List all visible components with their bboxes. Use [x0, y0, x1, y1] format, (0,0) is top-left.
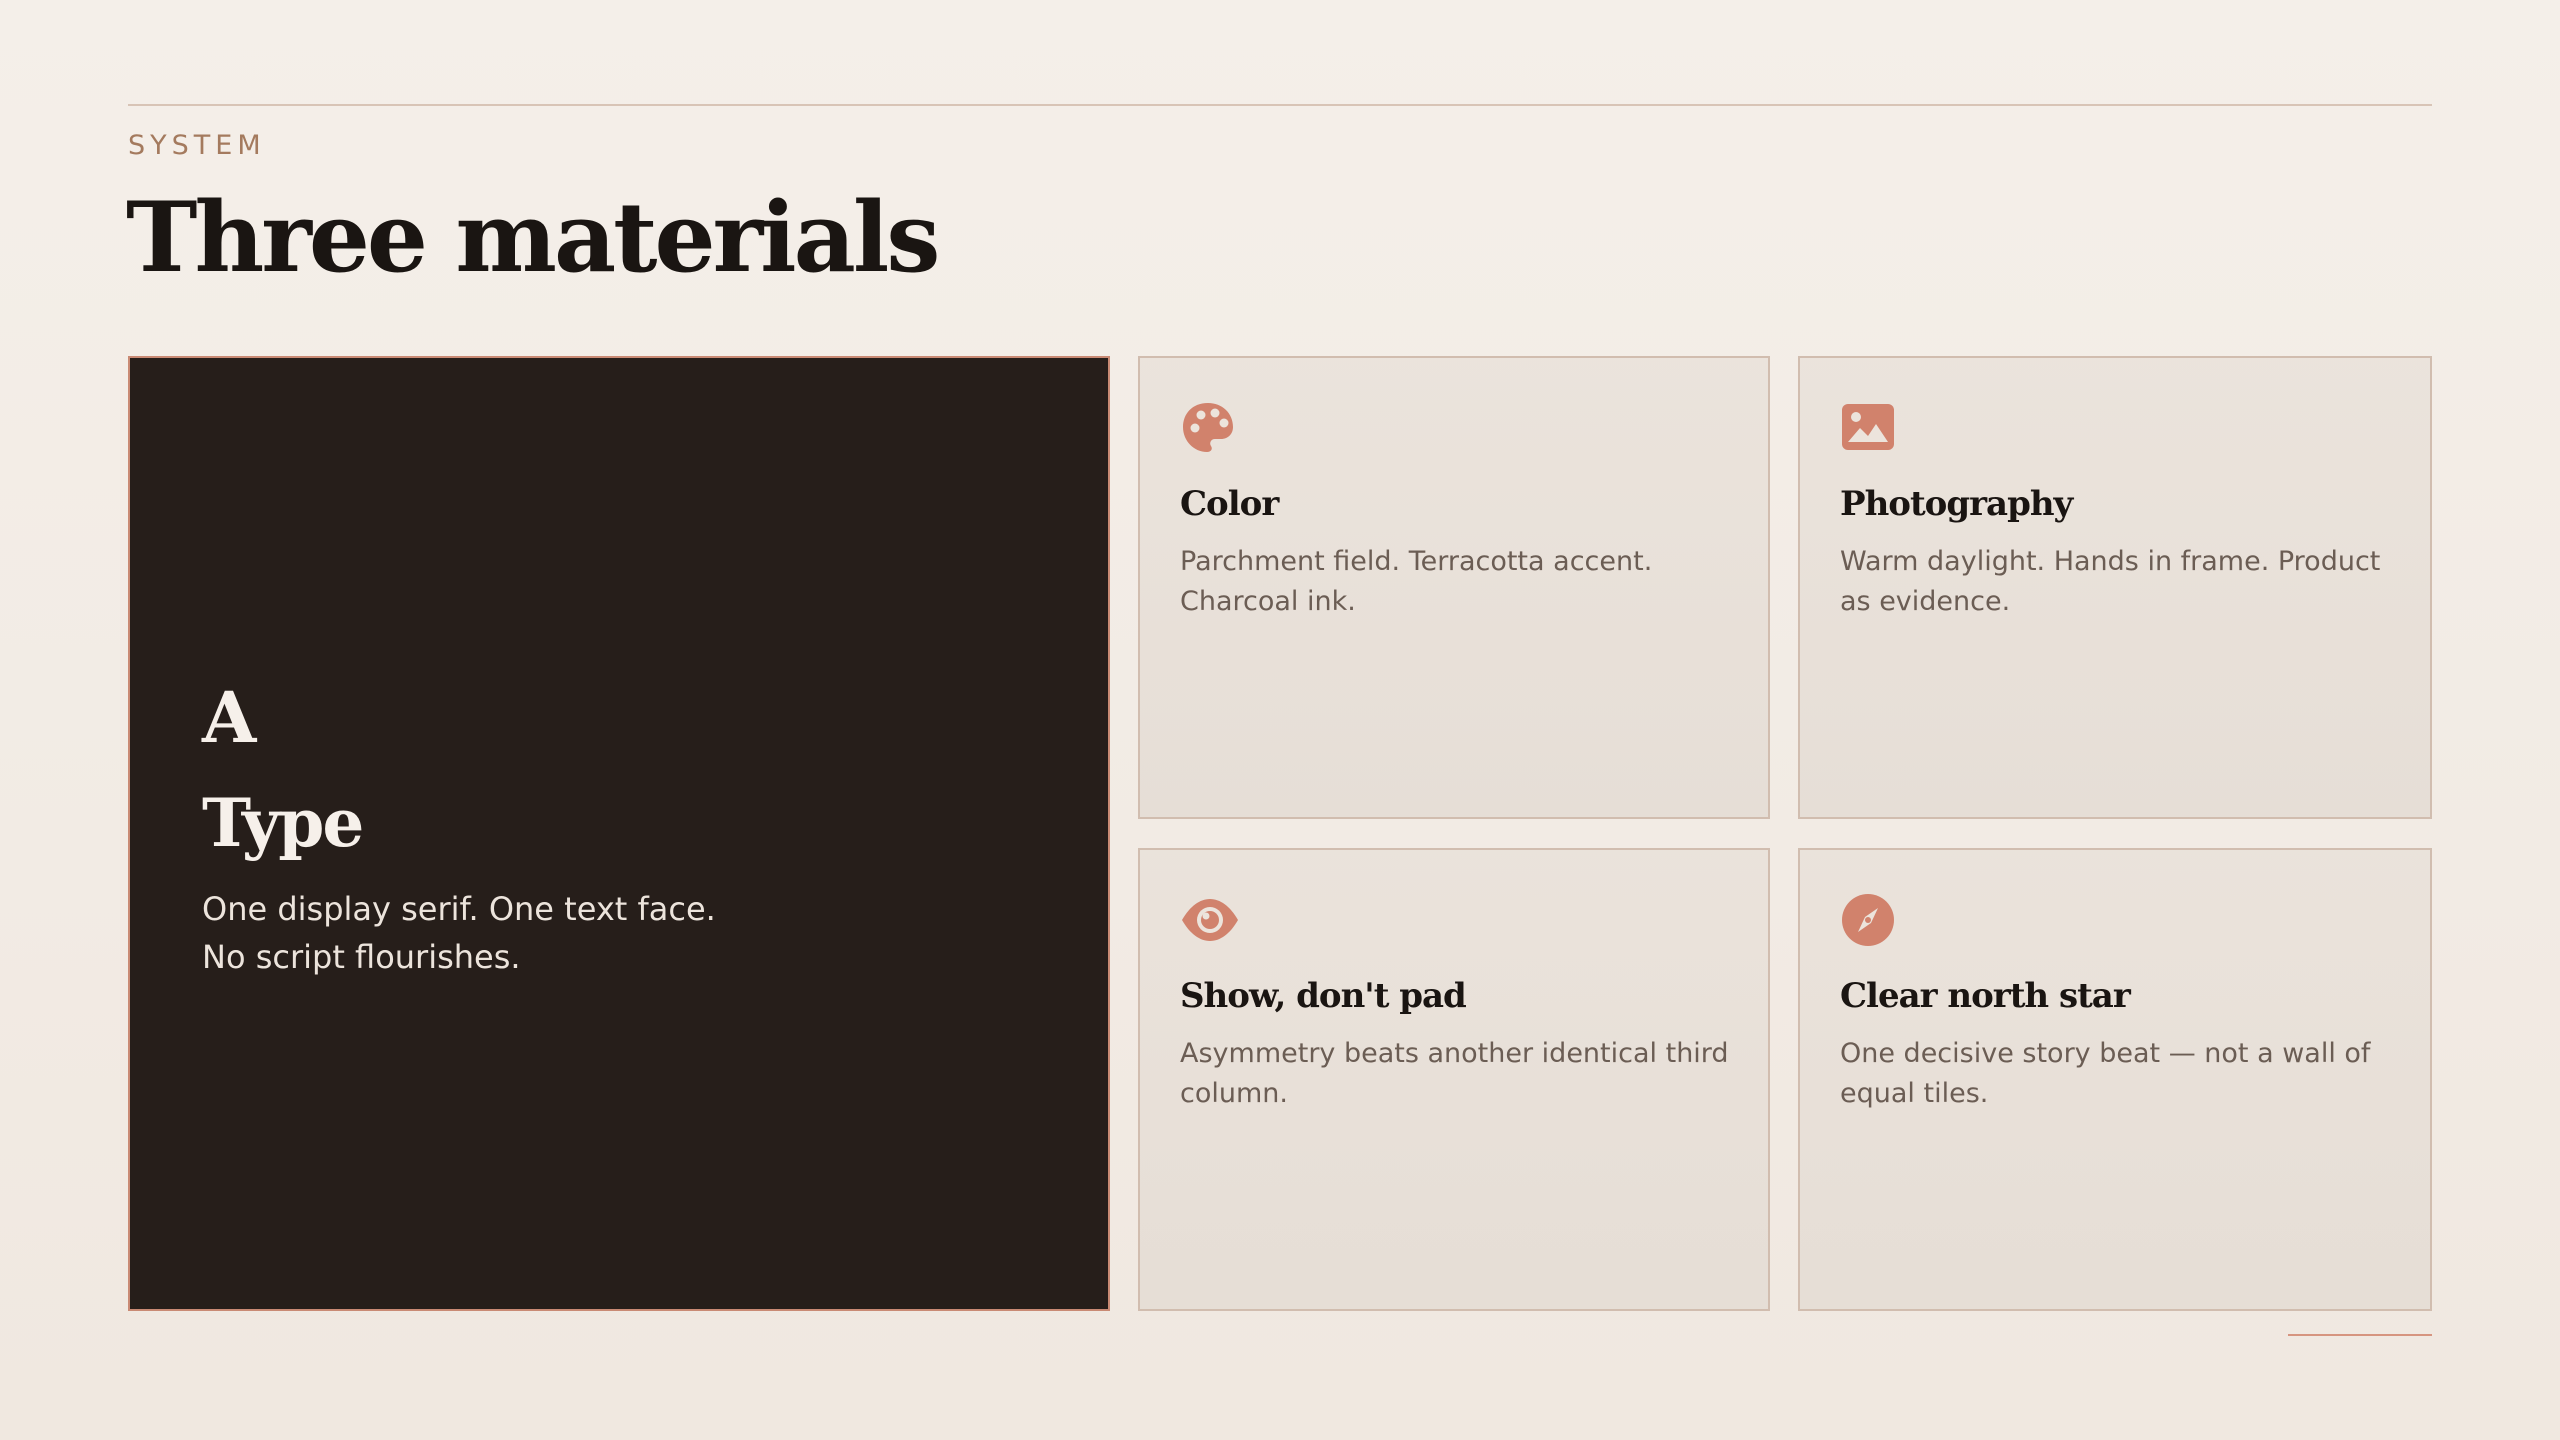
top-divider [128, 104, 2432, 106]
tile-title: Show, don't pad [1180, 976, 1467, 1016]
tile-description: Asymmetry beats another identical third … [1180, 1038, 1729, 1109]
color-card: Color Parchment field. Terracotta accent… [1138, 356, 1770, 819]
tile-description: Parchment field. Terracotta accent. Char… [1180, 546, 1653, 617]
type-card-description: One display serif. One text face. No scr… [202, 890, 716, 976]
type-glyph-icon: A [202, 676, 257, 759]
clear-north-star-card: Clear north star One decisive story beat… [1798, 848, 2432, 1311]
type-feature-card: A Type One display serif. One text face.… [128, 356, 1110, 1311]
palette-icon [1180, 400, 1236, 456]
type-card-title: Type [202, 784, 364, 862]
compass-icon [1840, 892, 1896, 948]
accent-divider [2288, 1334, 2432, 1336]
section-eyebrow: SYSTEM [128, 130, 266, 161]
tile-title: Clear north star [1840, 976, 2131, 1016]
image-icon [1840, 400, 1896, 456]
tile-title: Color [1180, 484, 1279, 524]
eye-icon [1180, 892, 1238, 948]
page-title: Three materials [126, 181, 940, 294]
tile-description: One decisive story beat — not a wall of … [1840, 1038, 2371, 1109]
tile-description: Warm daylight. Hands in frame. Product a… [1840, 546, 2381, 617]
tile-title: Photography [1840, 484, 2073, 524]
photography-card: Photography Warm daylight. Hands in fram… [1798, 356, 2432, 819]
show-dont-pad-card: Show, don't pad Asymmetry beats another … [1138, 848, 1770, 1311]
